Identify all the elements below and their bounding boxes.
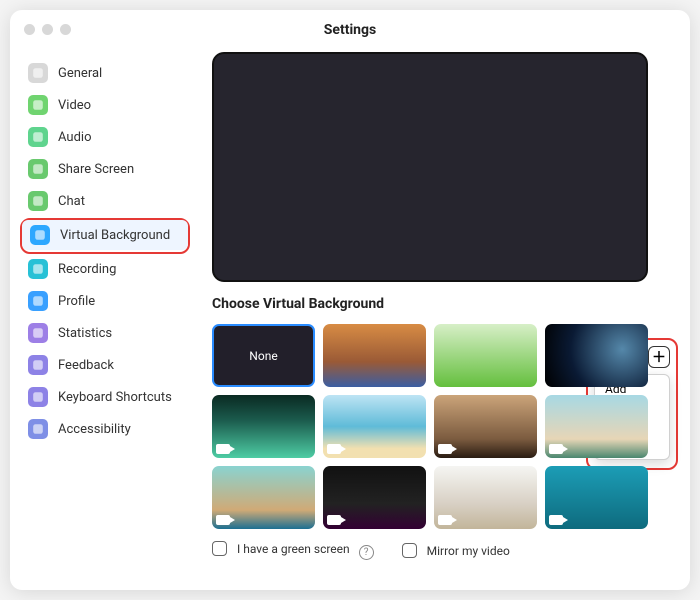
- sidebar-item-label: Recording: [58, 262, 116, 277]
- sidebar-item-virtual-background[interactable]: Virtual Background: [22, 220, 188, 250]
- thumb-label: None: [249, 349, 277, 363]
- section-title: Choose Virtual Background: [212, 296, 384, 312]
- background-grid: None: [212, 324, 648, 529]
- accessibility-icon: [28, 419, 48, 439]
- headphones-icon: [28, 127, 48, 147]
- window-controls: [24, 24, 71, 35]
- sidebar-item-label: Audio: [58, 130, 91, 145]
- bar-chart-icon: [28, 323, 48, 343]
- green-screen-option[interactable]: I have a green screen ?: [212, 541, 374, 560]
- sidebar-item-label: General: [58, 66, 102, 81]
- title-bar: Settings: [10, 10, 690, 50]
- background-thumb[interactable]: [545, 466, 648, 529]
- sidebar-item-recording[interactable]: Recording: [20, 254, 190, 284]
- sidebar-item-label: Keyboard Shortcuts: [58, 390, 172, 405]
- record-icon: [28, 259, 48, 279]
- sidebar-item-audio[interactable]: Audio: [20, 122, 190, 152]
- main-panel: Choose Virtual Background ＋ Add Image Ad…: [198, 50, 690, 590]
- sidebar-item-label: Feedback: [58, 358, 114, 373]
- background-thumb[interactable]: [323, 324, 426, 387]
- mirror-checkbox[interactable]: [402, 543, 417, 558]
- sidebar-item-feedback[interactable]: Feedback: [20, 350, 190, 380]
- add-background-button[interactable]: ＋: [648, 346, 670, 368]
- sidebar-item-label: Accessibility: [58, 422, 131, 437]
- settings-window: Settings General Video Audio Share Screen Ch…: [10, 10, 690, 590]
- background-thumb[interactable]: [545, 324, 648, 387]
- sidebar-item-label: Chat: [58, 194, 85, 209]
- video-preview: [212, 52, 648, 282]
- keyboard-icon: [28, 387, 48, 407]
- background-thumb-none[interactable]: None: [212, 324, 315, 387]
- background-thumb[interactable]: [212, 395, 315, 458]
- video-camera-icon: [28, 95, 48, 115]
- sidebar-item-profile[interactable]: Profile: [20, 286, 190, 316]
- sidebar-item-share-screen[interactable]: Share Screen: [20, 154, 190, 184]
- sidebar-item-chat[interactable]: Chat: [20, 186, 190, 216]
- background-thumb[interactable]: [545, 395, 648, 458]
- help-icon[interactable]: ?: [359, 545, 374, 560]
- smiley-icon: [28, 355, 48, 375]
- person-icon: [28, 291, 48, 311]
- background-thumb[interactable]: [212, 466, 315, 529]
- sidebar-item-label: Video: [58, 98, 91, 113]
- background-thumb[interactable]: [434, 324, 537, 387]
- minimize-dot[interactable]: [42, 24, 53, 35]
- background-thumb[interactable]: [434, 466, 537, 529]
- gear-icon: [28, 63, 48, 83]
- zoom-dot[interactable]: [60, 24, 71, 35]
- sidebar-item-label: Virtual Background: [60, 228, 170, 243]
- sidebar-item-general[interactable]: General: [20, 58, 190, 88]
- green-screen-label: I have a green screen: [237, 542, 350, 556]
- sidebar-item-label: Profile: [58, 294, 95, 309]
- sidebar-item-accessibility[interactable]: Accessibility: [20, 414, 190, 444]
- background-thumb[interactable]: [323, 466, 426, 529]
- page-title: Settings: [324, 22, 376, 38]
- person-backdrop-icon: [30, 225, 50, 245]
- close-dot[interactable]: [24, 24, 35, 35]
- mirror-label: Mirror my video: [427, 544, 510, 558]
- sidebar: General Video Audio Share Screen Chat Virtual…: [10, 50, 198, 590]
- share-screen-icon: [28, 159, 48, 179]
- chat-bubble-icon: [28, 191, 48, 211]
- background-thumb[interactable]: [434, 395, 537, 458]
- sidebar-item-video[interactable]: Video: [20, 90, 190, 120]
- sidebar-item-keyboard-shortcuts[interactable]: Keyboard Shortcuts: [20, 382, 190, 412]
- sidebar-item-label: Statistics: [58, 326, 112, 341]
- sidebar-item-statistics[interactable]: Statistics: [20, 318, 190, 348]
- green-screen-checkbox[interactable]: [212, 541, 227, 556]
- mirror-option[interactable]: Mirror my video: [402, 543, 510, 558]
- background-thumb[interactable]: [323, 395, 426, 458]
- plus-icon: ＋: [652, 347, 666, 367]
- sidebar-item-label: Share Screen: [58, 162, 134, 177]
